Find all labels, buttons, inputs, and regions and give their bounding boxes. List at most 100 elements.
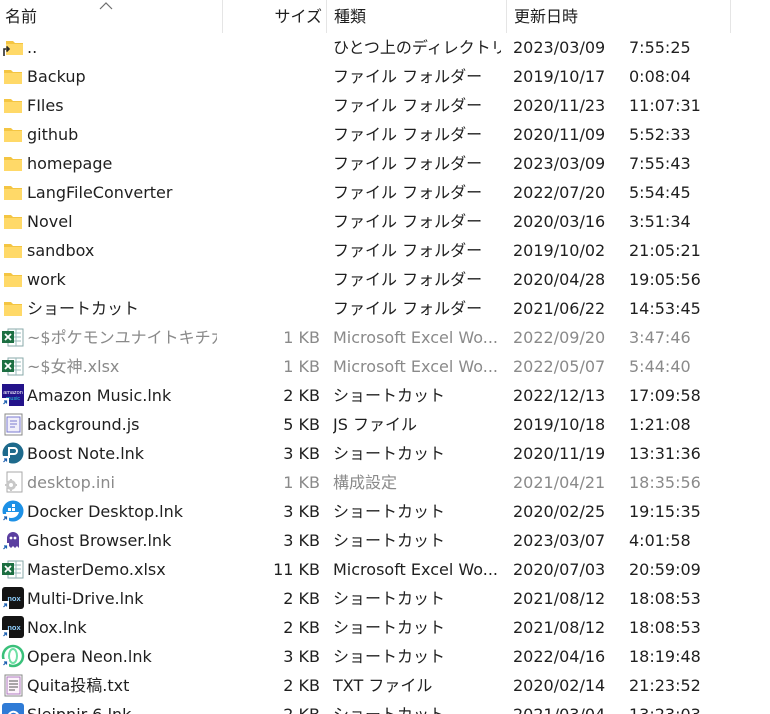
file-row[interactable]: work ファイル フォルダー 2020/04/28 19:05:56 [0,265,770,294]
file-row[interactable]: ~$女神.xlsx 1 KB Microsoft Excel Wo... 2022/0… [0,352,770,381]
file-type: Microsoft Excel Wo... [333,357,499,376]
file-name: sandbox [27,241,95,260]
file-date: 2022/12/13 [513,386,606,405]
file-time: 3:51:34 [629,212,691,231]
file-row[interactable]: MasterDemo.xlsx 11 KB Microsoft Excel Wo..… [0,555,770,584]
file-row[interactable]: Boost Note.lnk 3 KB ショートカット 2020/11/19 13:31… [0,439,770,468]
file-time: 18:08:53 [629,589,701,608]
file-time: 18:19:48 [629,647,701,666]
file-row[interactable]: desktop.ini 1 KB 構成設定 2021/04/21 18:35:56 [0,468,770,497]
file-date: 2023/03/09 [513,38,606,57]
file-time: 7:55:43 [629,154,691,173]
file-time: 14:53:45 [629,299,701,318]
file-time: 17:09:58 [629,386,701,405]
file-date: 2022/05/07 [513,357,606,376]
file-row[interactable]: nox Multi-Drive.lnk 2 KB ショートカット 2021/08/12 1… [0,584,770,613]
file-date: 2020/07/03 [513,560,606,579]
file-time: 3:47:46 [629,328,691,347]
file-date: 2022/04/16 [513,647,606,666]
file-row[interactable]: Quita投稿.txt 2 KB TXT ファイル 2020/02/14 21:23:5… [0,671,770,700]
file-date: 2020/04/28 [513,270,606,289]
file-time: 5:54:45 [629,183,691,202]
file-size: 3 KB [283,531,320,550]
folder-icon [4,186,22,200]
column-divider[interactable] [222,0,223,33]
docker-icon [2,500,24,522]
column-header: 名前 サイズ 種類 更新日時 [0,0,770,33]
file-type: ファイル フォルダー [333,212,483,231]
file-date: 2019/10/18 [513,415,606,434]
file-row[interactable]: Sleipnir 6.lnk 2 KB ショートカット 2021/03/04 13:23… [0,700,770,714]
file-row[interactable]: nox Nox.lnk 2 KB ショートカット 2021/08/12 18:08:53 [0,613,770,642]
file-row[interactable]: Docker Desktop.lnk 3 KB ショートカット 2020/02/25 1… [0,497,770,526]
amazon-music-icon: amazonmusic [2,384,24,406]
file-size: 3 KB [283,444,320,463]
file-row[interactable]: ~$ポケモンユナイトキチガ... 1 KB Microsoft Excel Wo..… [0,323,770,352]
file-name: github [27,125,79,144]
file-size: 3 KB [283,647,320,666]
file-type: 構成設定 [333,473,398,492]
file-size: 1 KB [283,357,320,376]
js-file-icon [4,413,23,436]
file-time: 20:59:09 [629,560,701,579]
file-time: 7:55:25 [629,38,691,57]
file-name: LangFileConverter [27,183,173,202]
file-date: 2020/03/16 [513,212,606,231]
file-row[interactable]: LangFileConverter ファイル フォルダー 2022/07/20 5:5… [0,178,770,207]
file-size: 2 KB [283,386,320,405]
file-type: ファイル フォルダー [333,299,483,318]
column-header-type-label: 種類 [334,7,367,26]
file-type: ファイル フォルダー [333,96,483,115]
svg-text:nox: nox [7,594,21,603]
file-type: ショートカット [333,589,446,608]
file-date: 2019/10/17 [513,67,606,86]
folder-icon [4,244,22,258]
file-date: 2021/04/21 [513,473,606,492]
opera-neon-icon [1,644,25,668]
file-size: 2 KB [283,589,320,608]
sort-ascending-icon [99,2,113,10]
column-divider[interactable] [326,0,327,33]
file-date: 2021/03/04 [513,700,619,714]
column-header-modified[interactable]: 更新日時 [514,0,724,33]
file-type: ファイル フォルダー [333,125,483,144]
file-size: 11 KB [273,560,320,579]
excel-icon [2,328,24,347]
file-row[interactable]: ショートカット ファイル フォルダー 2021/06/22 14:53:45 [0,294,770,323]
file-row[interactable]: homepage ファイル フォルダー 2023/03/09 7:55:43 [0,149,770,178]
svg-text:nox: nox [7,623,21,632]
file-size: 2 KB [283,618,320,637]
file-type: JS ファイル [333,415,417,434]
file-time: 18:35:56 [629,473,701,492]
boost-note-icon [2,442,24,464]
column-header-modified-label: 更新日時 [514,7,579,26]
folder-icon [4,99,22,113]
file-size [226,207,320,236]
text-file-icon [4,674,23,697]
file-row[interactable]: github ファイル フォルダー 2020/11/09 5:52:33 [0,120,770,149]
file-row[interactable]: Opera Neon.lnk 3 KB ショートカット 2022/04/16 18:19… [0,642,770,671]
file-size: 5 KB [283,415,320,434]
file-row[interactable]: Novel ファイル フォルダー 2020/03/16 3:51:34 [0,207,770,236]
file-row[interactable]: .. ひとつ上のディレクトリ 2023/03/09 7:55:25 [0,33,770,62]
file-date: 2022/09/20 [513,328,606,347]
file-time: 19:05:56 [629,270,701,289]
file-row[interactable]: Backup ファイル フォルダー 2019/10/17 0:08:04 [0,62,770,91]
file-row[interactable]: background.js 5 KB JS ファイル 2019/10/18 1:21:0… [0,410,770,439]
folder-icon [4,273,22,287]
column-header-size[interactable]: サイズ [228,0,322,33]
column-divider[interactable] [506,0,507,33]
nox-icon: nox [2,587,24,609]
column-divider[interactable] [730,0,731,33]
folder-icon [4,128,22,142]
file-row[interactable]: FIles ファイル フォルダー 2020/11/23 11:07:31 [0,91,770,120]
column-header-type[interactable]: 種類 [334,0,504,33]
file-row[interactable]: sandbox ファイル フォルダー 2019/10/02 21:05:21 [0,236,770,265]
file-row[interactable]: Ghost Browser.lnk 3 KB ショートカット 2023/03/07 4:… [0,526,770,555]
folder-icon [4,157,22,171]
file-size [226,91,320,120]
file-type: ショートカット [333,502,446,521]
file-size [226,265,320,294]
file-type: ショートカット [333,531,446,550]
file-row[interactable]: amazon music Amazon Music.lnk 2 KB ショートカット 20… [0,381,770,410]
